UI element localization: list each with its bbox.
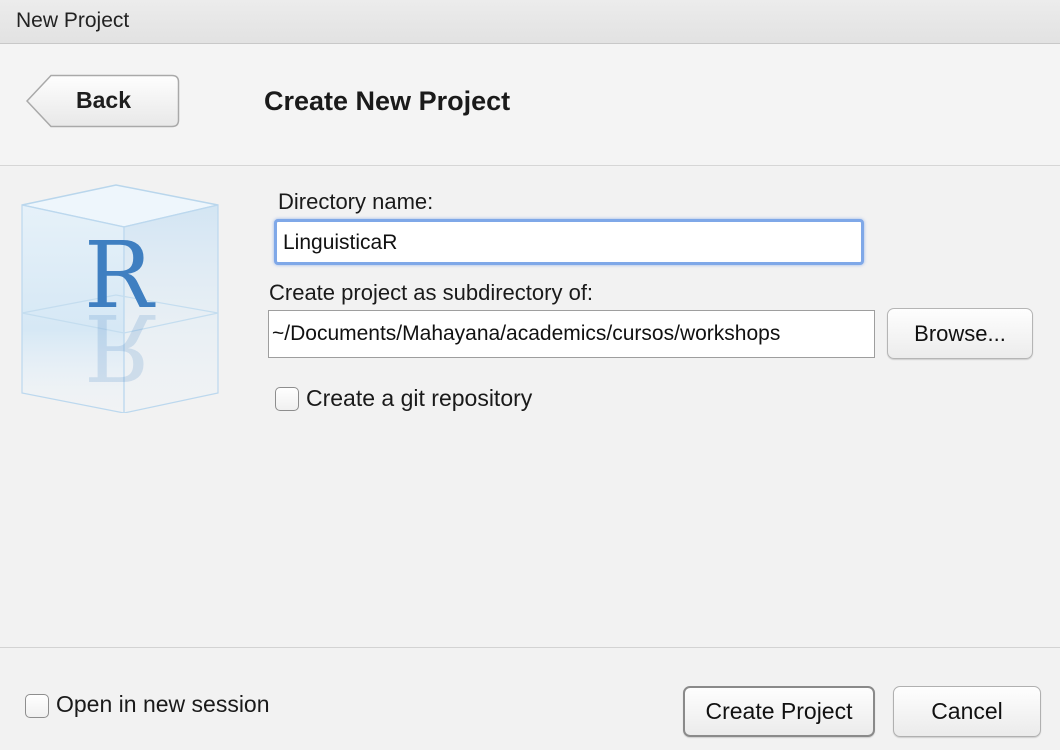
dialog-footer: Open in new session Create Project Cance…	[0, 647, 1060, 750]
cancel-button[interactable]: Cancel	[893, 686, 1041, 737]
directory-name-value: LinguisticaR	[283, 231, 398, 254]
subdirectory-path-value: ~/Documents/Mahayana/academics/cursos/wo…	[272, 322, 781, 345]
page-title: Create New Project	[264, 86, 511, 116]
subdirectory-path-input[interactable]: ~/Documents/Mahayana/academics/cursos/wo…	[268, 310, 875, 358]
svg-text:R: R	[84, 293, 156, 400]
r-cube-logo-icon: R R	[20, 183, 220, 414]
new-project-dialog: New Project Back Create New Project R R …	[0, 0, 1060, 750]
browse-button[interactable]: Browse...	[887, 308, 1033, 359]
subdirectory-label: Create project as subdirectory of:	[269, 280, 594, 305]
directory-name-input[interactable]: LinguisticaR	[274, 219, 864, 265]
new-session-checkbox[interactable]	[25, 694, 49, 718]
form-area: R R Directory name: LinguisticaR Create …	[0, 167, 1060, 647]
wizard-header: Back Create New Project	[0, 44, 1060, 166]
window-title: New Project	[16, 9, 130, 32]
create-project-button[interactable]: Create Project	[683, 686, 875, 737]
back-button-label: Back	[76, 87, 131, 113]
title-bar: New Project	[0, 0, 1060, 44]
new-session-label: Open in new session	[56, 691, 270, 717]
git-repository-label: Create a git repository	[306, 385, 533, 411]
git-repository-checkbox[interactable]	[275, 387, 299, 411]
back-button[interactable]: Back	[26, 74, 180, 128]
directory-name-label: Directory name:	[278, 189, 434, 214]
